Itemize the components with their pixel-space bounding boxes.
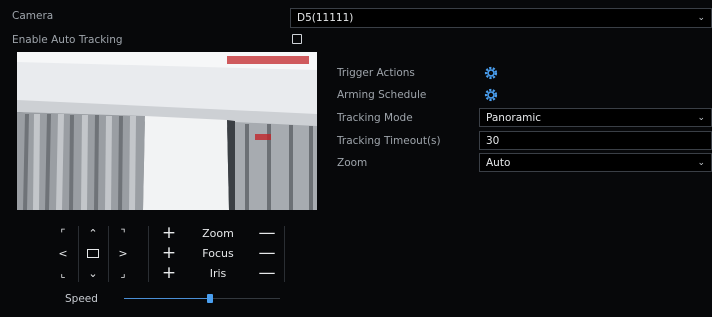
divider [78, 226, 79, 282]
ptz-down-right-button[interactable]: ⌟ [108, 263, 138, 283]
ptz-down-button[interactable]: ⌄ [78, 263, 108, 283]
speed-slider-thumb[interactable] [207, 294, 213, 303]
zoom-control-label: Zoom [202, 226, 234, 240]
speed-slider-fill [124, 298, 210, 299]
gear-icon[interactable] [484, 66, 498, 80]
tracking-mode-label: Tracking Mode [337, 112, 413, 124]
camera-select[interactable]: D5(11111) ⌄ [290, 8, 712, 28]
divider [284, 226, 285, 282]
ptz-center-button[interactable] [78, 243, 108, 263]
ptz-left-button[interactable]: < [48, 243, 78, 263]
ptz-up-button[interactable]: ⌃ [78, 223, 108, 243]
tracking-timeout-value: 30 [486, 134, 500, 147]
camera-label: Camera [12, 10, 54, 22]
zoom-in-button[interactable]: + [154, 223, 184, 243]
ptz-direction-pad: ⌜ ⌃ ⌝ < > ⌞ ⌄ ⌟ [48, 223, 140, 283]
arming-schedule-label: Arming Schedule [337, 89, 427, 101]
focus-near-button[interactable]: + [154, 243, 184, 263]
auto-tracking-label: Enable Auto Tracking [12, 34, 123, 46]
iris-close-button[interactable]: — [252, 263, 282, 283]
divider [108, 226, 109, 282]
iris-open-button[interactable]: + [154, 263, 184, 283]
tracking-timeout-label: Tracking Timeout(s) [337, 135, 441, 147]
chevron-down-icon: ⌄ [697, 13, 705, 23]
focus-far-button[interactable]: — [252, 243, 282, 263]
tracking-timeout-input[interactable]: 30 [479, 131, 712, 150]
focus-control-label: Focus [202, 246, 234, 260]
tracking-mode-select[interactable]: Panoramic ⌄ [479, 108, 712, 127]
ptz-up-right-button[interactable]: ⌝ [108, 223, 138, 243]
chevron-down-icon: ⌄ [697, 112, 705, 123]
zoom-select[interactable]: Auto ⌄ [479, 153, 712, 172]
camera-select-value: D5(11111) [297, 12, 354, 24]
chevron-down-icon: ⌄ [697, 157, 705, 168]
divider [148, 226, 149, 282]
auto-tracking-checkbox[interactable] [292, 34, 302, 44]
zoom-out-button[interactable]: — [252, 223, 282, 243]
zoom-label: Zoom [337, 157, 368, 169]
trigger-actions-label: Trigger Actions [337, 67, 415, 79]
zoom-value: Auto [486, 156, 511, 169]
tracking-mode-value: Panoramic [486, 111, 542, 124]
square-icon [87, 248, 99, 258]
ptz-down-left-button[interactable]: ⌞ [48, 263, 78, 283]
iris-control-label: Iris [209, 266, 227, 280]
ptz-right-button[interactable]: > [108, 243, 138, 263]
speed-label: Speed [65, 293, 98, 305]
gear-icon[interactable] [484, 88, 498, 102]
live-video-preview[interactable] [17, 52, 317, 210]
speed-slider[interactable] [124, 293, 280, 303]
video-frame [17, 52, 317, 210]
ptz-up-left-button[interactable]: ⌜ [48, 223, 78, 243]
